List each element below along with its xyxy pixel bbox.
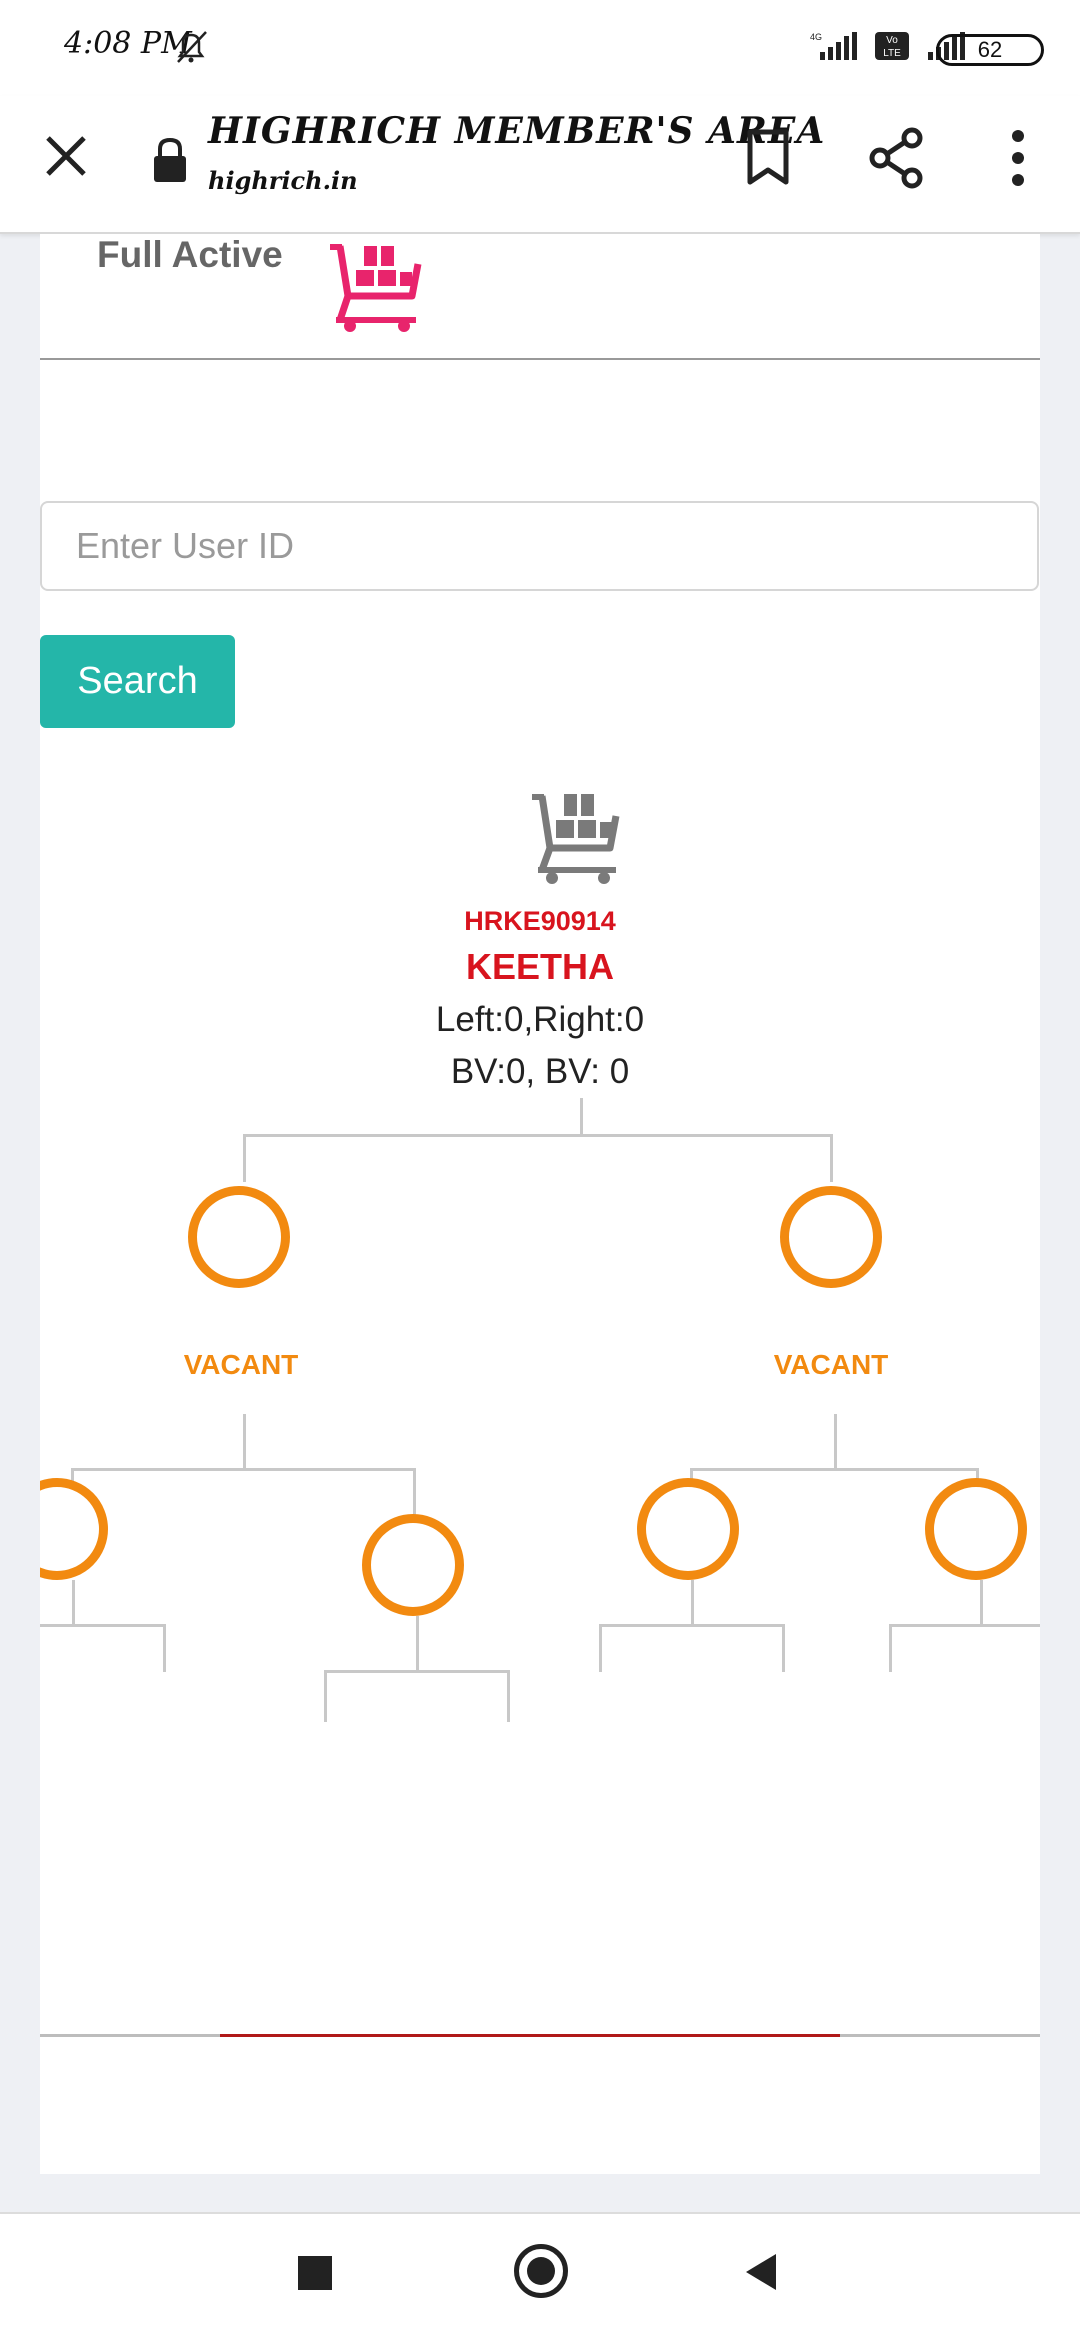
- user-id-input[interactable]: [40, 501, 1039, 591]
- svg-text:Vo: Vo: [886, 35, 898, 46]
- tree-connector: [324, 1670, 510, 1673]
- close-icon[interactable]: [36, 126, 96, 186]
- tree-connector: [243, 1134, 833, 1137]
- tree-connector: [72, 1580, 75, 1626]
- tree-connector: [163, 1624, 166, 1672]
- system-nav-bar: [0, 2212, 1080, 2340]
- browser-toolbar: HIGHRICH MEMBER'S AREA highrich.in: [0, 96, 1080, 234]
- search-button[interactable]: Search: [40, 635, 235, 728]
- tree-connector: [980, 1580, 983, 1626]
- tree-connector: [413, 1468, 416, 1516]
- tree-connector: [243, 1414, 246, 1470]
- tree-connector: [580, 1098, 583, 1136]
- vacant-node-circle[interactable]: [925, 1478, 1027, 1580]
- tree-connector: [507, 1670, 510, 1722]
- root-left-right-count: Left:0,Right:0: [435, 1000, 645, 1039]
- more-vert-icon[interactable]: [996, 126, 1040, 195]
- signal-strength-icon: 4G: [802, 30, 862, 67]
- tree-connector: [324, 1670, 327, 1722]
- vacant-node-circle[interactable]: [362, 1514, 464, 1616]
- gift-cart-icon: [330, 234, 426, 339]
- status-bar: 4:08 PM 4G Vo LTE 62: [0, 0, 1080, 96]
- partial-node-clip: [40, 1474, 130, 1594]
- vacant-label: VACANT: [773, 1349, 889, 1380]
- tree-connector: [834, 1414, 837, 1470]
- vacant-node-circle[interactable]: [780, 1186, 882, 1288]
- root-user-name: KEETHA: [465, 946, 614, 987]
- root-node-cart-icon[interactable]: [532, 786, 624, 891]
- vacant-node-circle[interactable]: [188, 1186, 290, 1288]
- tree-connector: [691, 1580, 694, 1626]
- vacant-node-circle[interactable]: [40, 1478, 108, 1580]
- recents-icon[interactable]: [298, 2256, 332, 2290]
- tree-connector: [599, 1624, 602, 1672]
- tree-connector: [599, 1624, 785, 1627]
- divider: [40, 358, 1040, 360]
- notifications-muted-icon: [172, 28, 212, 73]
- content-card: Full Active Search: [40, 234, 1040, 2174]
- root-user-id[interactable]: HRKE90914: [40, 906, 1040, 937]
- home-icon[interactable]: [514, 2244, 568, 2298]
- vacant-label: VACANT: [183, 1349, 299, 1380]
- network-label: 4G: [810, 32, 822, 42]
- tree-connector: [830, 1134, 833, 1182]
- volte-icon: Vo LTE: [874, 31, 910, 66]
- tree-connector: [889, 1624, 892, 1672]
- tree-connector: [71, 1468, 416, 1471]
- page-title: HIGHRICH MEMBER'S AREA: [208, 110, 826, 152]
- lock-icon: [150, 136, 190, 191]
- full-active-label: Full Active: [97, 234, 283, 275]
- back-icon[interactable]: [742, 2252, 782, 2297]
- horizontal-scroll-indicator[interactable]: [40, 2034, 1040, 2037]
- tree-connector: [416, 1616, 419, 1672]
- svg-text:LTE: LTE: [883, 48, 901, 59]
- bookmark-icon[interactable]: [738, 126, 798, 195]
- root-bv-values: BV:0, BV: 0: [450, 1052, 630, 1091]
- tree-connector: [782, 1624, 785, 1672]
- tree-connector: [889, 1624, 1040, 1627]
- tree-connector: [690, 1468, 979, 1471]
- scroll-indicator-thumb[interactable]: [220, 2034, 840, 2037]
- tree-connector: [243, 1134, 246, 1182]
- share-icon[interactable]: [866, 126, 930, 195]
- page-domain: highrich.in: [208, 166, 358, 195]
- battery-indicator: 62: [936, 34, 1044, 66]
- tree-connector: [40, 1624, 166, 1627]
- vacant-node-circle[interactable]: [637, 1478, 739, 1580]
